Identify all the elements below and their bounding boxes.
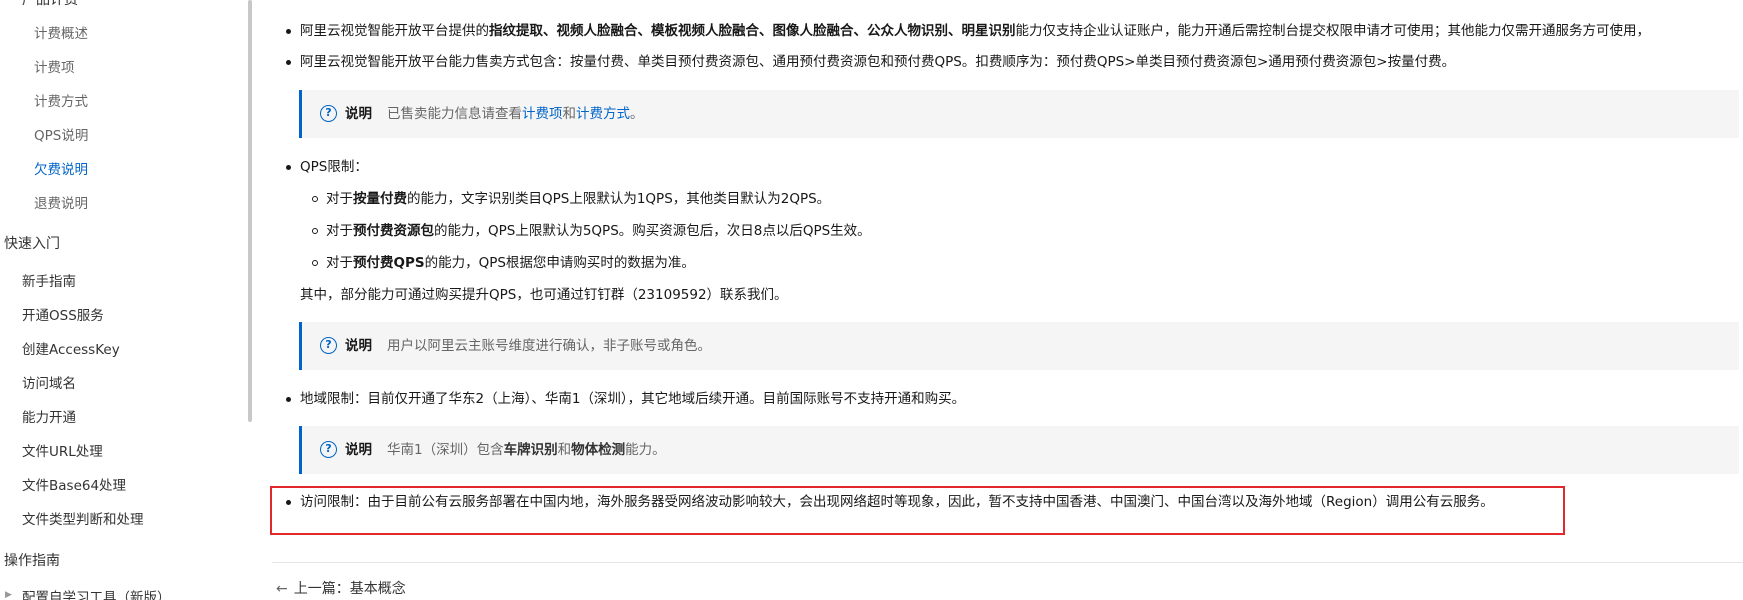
sidebar-item-create-accesskey[interactable]: 创建AccessKey — [22, 338, 120, 358]
arrow-left-icon: ← — [276, 581, 288, 597]
caret-right-icon[interactable]: ▶ — [5, 590, 12, 600]
sidebar-item-overdue[interactable]: 欠费说明 — [34, 158, 88, 178]
sidebar-item-file-base64[interactable]: 文件Base64处理 — [22, 474, 126, 494]
bullet-icon — [286, 397, 291, 402]
prev-page-link[interactable]: ← 上一篇：基本概念 — [276, 578, 406, 598]
bold-text: 车牌识别 — [503, 442, 558, 458]
bullet-text: 阿里云视觉智能开放平台能力售卖方式包含：按量付费、单类目预付费资源包、通用预付费… — [300, 54, 1456, 70]
note-text: 已售卖能力信息请查看计费项和计费方式。 — [387, 104, 644, 124]
sidebar-nav: 产品计费 计费概述 计费项 计费方式 QPS说明 欠费说明 退费说明 快速入门 … — [0, 0, 243, 600]
sidebar-item-billing-items[interactable]: 计费项 — [34, 56, 75, 76]
sub-text: 对于 — [326, 255, 353, 271]
sidebar-group-quickstart[interactable]: 快速入门 — [4, 233, 60, 253]
help-circle-icon: ? — [320, 441, 337, 458]
prev-page-label: 上一篇：基本概念 — [293, 581, 406, 597]
bullet-icon — [286, 60, 291, 65]
highlight-box — [270, 486, 1565, 535]
bullet-text: 地域限制：目前仅开通了华东2（上海）、华南1（深圳），其它地域后续开通。目前国际… — [300, 391, 966, 407]
bold-text: 物体检测 — [571, 442, 626, 458]
note-text-part: 和 — [557, 442, 572, 458]
sub-text: 对于 — [326, 191, 353, 207]
note-text: 华南1（深圳）包含车牌识别和物体检测能力。 — [387, 440, 666, 460]
bullet-text: 能力仅支持企业认证账户，能力开通后需控制台提交权限申请才可使用；其他能力仅需开通… — [1015, 23, 1651, 39]
note-label: 说明 — [345, 338, 372, 354]
note-text-part: 能力。 — [625, 442, 666, 458]
billing-items-link[interactable]: 计费项 — [522, 106, 563, 122]
note-text: 用户以阿里云主账号维度进行确认，非子账号或角色。 — [387, 338, 711, 354]
note-text-part: 。 — [630, 106, 644, 122]
bullet-text: QPS限制： — [300, 159, 368, 175]
sidebar-group-guide[interactable]: 操作指南 — [4, 550, 60, 570]
bullet-icon — [286, 29, 291, 34]
note-label: 说明 — [345, 442, 372, 458]
circle-bullet-icon — [312, 196, 318, 202]
sidebar-item-self-learning-tool[interactable]: 配置自学习工具（新版） — [22, 586, 171, 600]
sidebar-item-refund[interactable]: 退费说明 — [34, 192, 88, 212]
help-circle-icon: ? — [320, 337, 337, 354]
note-callout: ? 说明 已售卖能力信息请查看计费项和计费方式。 — [299, 90, 1739, 138]
circle-bullet-icon — [312, 260, 318, 266]
paragraph: 其中，部分能力可通过购买提升QPS，也可通过钉钉群（23109592）联系我们。 — [300, 287, 788, 303]
bold-text: 预付费资源包 — [353, 223, 434, 239]
circle-bullet-icon — [312, 228, 318, 234]
bold-text: 指纹提取、视频人脸融合、模板视频人脸融合、图像人脸融合、公众人物识别、明星识别 — [489, 23, 1016, 39]
sidebar-scrollbar[interactable] — [248, 0, 252, 422]
note-label: 说明 — [345, 106, 372, 122]
sub-text: 对于 — [326, 223, 353, 239]
sidebar-item-enable-oss[interactable]: 开通OSS服务 — [22, 304, 104, 324]
sub-text: 的能力，QPS根据您申请购买时的数据为准。 — [424, 255, 695, 271]
sidebar-item-newbie-guide[interactable]: 新手指南 — [22, 270, 76, 290]
bold-text: 按量付费 — [353, 191, 407, 207]
note-text-part: 和 — [562, 106, 577, 122]
bold-text: 预付费QPS — [353, 255, 425, 271]
sub-text: 的能力，QPS上限默认为5QPS。购买资源包后，次日8点以后QPS生效。 — [434, 223, 871, 239]
sub-text: 的能力，文字识别类目QPS上限默认为1QPS，其他类目默认为2QPS。 — [407, 191, 831, 207]
help-circle-icon: ? — [320, 105, 337, 122]
sidebar-item-access-domain[interactable]: 访问域名 — [22, 372, 76, 392]
note-callout: ? 说明 用户以阿里云主账号维度进行确认，非子账号或角色。 — [299, 322, 1739, 370]
divider — [272, 562, 1743, 563]
sidebar-item-billing-overview[interactable]: 计费概述 — [34, 22, 88, 42]
sidebar-item-enable-capability[interactable]: 能力开通 — [22, 406, 76, 426]
sidebar-item-qps[interactable]: QPS说明 — [34, 124, 88, 144]
sidebar-group-billing[interactable]: 产品计费 — [0, 0, 78, 9]
bullet-text: 阿里云视觉智能开放平台提供的 — [300, 23, 489, 39]
bullet-icon — [286, 165, 291, 170]
billing-methods-link[interactable]: 计费方式 — [576, 106, 630, 122]
page: 产品计费 计费概述 计费项 计费方式 QPS说明 欠费说明 退费说明 快速入门 … — [0, 0, 1743, 600]
sidebar-item-file-url[interactable]: 文件URL处理 — [22, 440, 103, 460]
note-text-part: 已售卖能力信息请查看 — [387, 106, 522, 122]
sidebar-item-file-type[interactable]: 文件类型判断和处理 — [22, 508, 144, 528]
note-callout: ? 说明 华南1（深圳）包含车牌识别和物体检测能力。 — [299, 426, 1739, 474]
sidebar-item-billing-methods[interactable]: 计费方式 — [34, 90, 88, 110]
note-text-part: 华南1（深圳）包含 — [387, 442, 504, 458]
